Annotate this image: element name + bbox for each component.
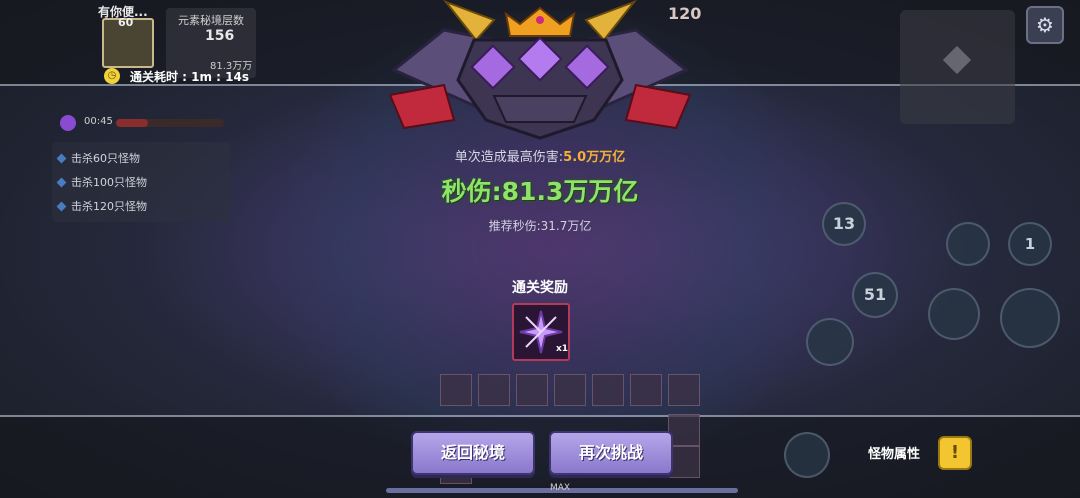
skill-cooldown-1[interactable]: 1 — [1008, 222, 1052, 266]
max-hit-value: 5.0万万亿 — [563, 150, 626, 165]
skill-cooldown-13[interactable]: 13 — [822, 202, 866, 246]
timer-bar — [116, 119, 224, 127]
monster-attributes-label[interactable]: 怪物属性 — [868, 443, 920, 462]
max-label: MAX — [550, 483, 571, 493]
retry-challenge-button[interactable]: 再次挑战 — [549, 431, 673, 475]
avatar-level: 60 — [118, 16, 134, 29]
reward-quantity: x1 — [556, 344, 569, 354]
skill-slot[interactable] — [806, 318, 854, 366]
return-secret-realm-button[interactable]: 返回秘境 — [411, 431, 535, 475]
floor-label: 元素秘境层数 — [178, 14, 244, 27]
recommended-dps: 推荐秒伤:31.7万亿 — [488, 219, 592, 233]
clear-time: 通关耗时 : 1m : 14s — [130, 70, 250, 84]
skill-slot[interactable] — [946, 222, 990, 266]
crest-emblem — [388, 0, 692, 140]
skill-slot[interactable] — [928, 288, 980, 340]
timer-text: 00:45 — [84, 116, 113, 127]
clock-icon: ◷ — [104, 68, 120, 84]
potion-icon[interactable] — [784, 432, 830, 478]
floor-value: 156 — [205, 28, 235, 44]
skill-cooldown-51[interactable]: 51 — [852, 272, 898, 318]
dps-result: 秒伤:81.3万万亿 — [441, 177, 639, 206]
warning-icon[interactable]: ! — [938, 436, 972, 470]
reward-title: 通关奖励 — [512, 280, 568, 296]
timer-icon — [60, 115, 76, 131]
settings-icon[interactable]: ⚙ — [1026, 6, 1064, 44]
max-hit-line: 单次造成最高伤害:5.0万万亿 — [454, 150, 626, 165]
skill-slot[interactable] — [1000, 288, 1060, 348]
timer-fill — [116, 119, 149, 127]
